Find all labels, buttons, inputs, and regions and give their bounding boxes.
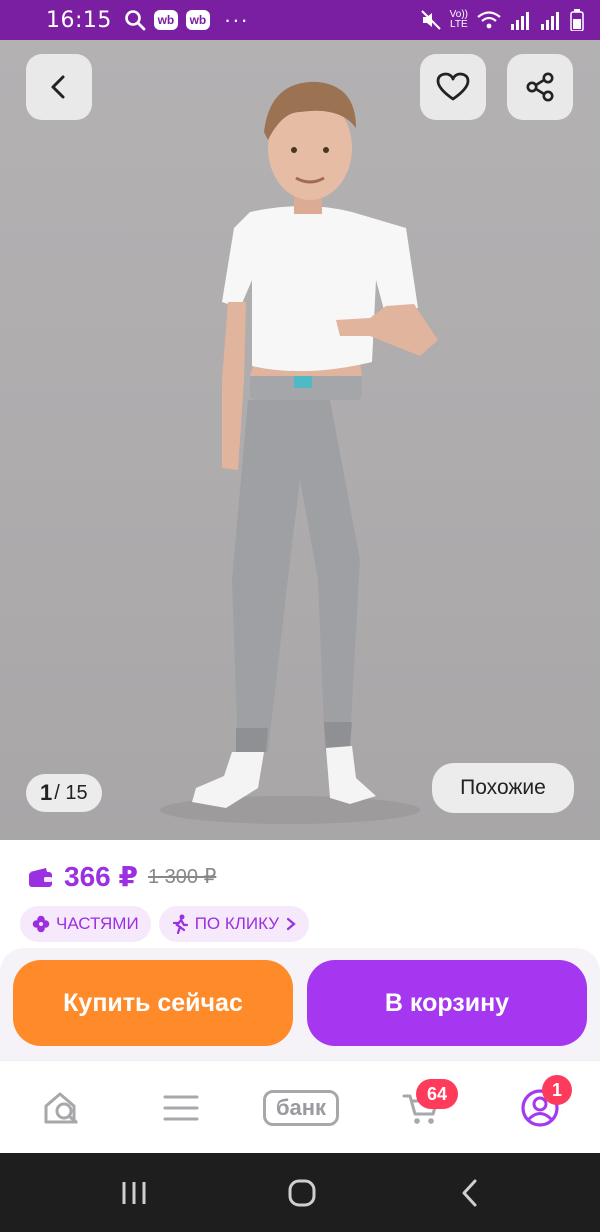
wifi-icon	[477, 11, 501, 29]
volte-icon: Vo)) LTE	[449, 9, 468, 30]
status-time: 16:15	[46, 7, 112, 33]
home-button[interactable]	[272, 1173, 332, 1213]
chevron-left-icon	[462, 1179, 477, 1207]
tab-catalog[interactable]	[158, 1081, 204, 1135]
signal-roaming-icon	[541, 12, 559, 30]
image-counter: 1 / 15	[26, 774, 102, 812]
heart-icon	[436, 72, 470, 101]
tab-bank[interactable]: банк	[256, 1081, 346, 1135]
home-search-icon	[44, 1092, 78, 1124]
add-to-cart-button[interactable]: В корзину	[307, 960, 587, 1046]
tab-home[interactable]	[38, 1081, 86, 1135]
search-icon	[125, 10, 146, 31]
cart-count-badge: 64	[416, 1079, 458, 1109]
share-icon	[526, 72, 554, 102]
runner-icon	[172, 914, 188, 934]
total-images: / 15	[54, 781, 88, 804]
status-right-icons: Vo)) LTE	[420, 9, 584, 31]
chip-one-click[interactable]: ПО КЛИКУ	[158, 906, 310, 942]
mute-icon	[420, 10, 441, 30]
recents-icon	[122, 1182, 146, 1204]
chevron-right-icon	[286, 917, 296, 931]
product-photo	[160, 81, 438, 824]
signal-icon	[511, 12, 529, 30]
current-price: 366 ₽	[64, 861, 138, 892]
recent-apps-button[interactable]	[104, 1173, 164, 1213]
favorite-button[interactable]	[420, 54, 486, 120]
chip-installments-label: ЧАСТЯМИ	[56, 914, 139, 933]
price-section: 366 ₽ 1 300 ₽ ЧАСТЯМИ ПО КЛИКУ	[0, 840, 600, 950]
chip-installments[interactable]: ЧАСТЯМИ	[20, 906, 151, 942]
old-price: 1 300 ₽	[147, 866, 217, 888]
flower-icon	[32, 915, 50, 933]
status-bar: 16:15 wb wb ··· Vo)) LTE	[0, 0, 600, 40]
bank-icon: банк	[262, 1090, 340, 1126]
price-row: 366 ₽ 1 300 ₽	[28, 860, 216, 893]
wallet-icon	[29, 867, 52, 887]
more-notifications-icon: ···	[223, 7, 249, 32]
similar-button[interactable]: Похожие	[432, 763, 574, 813]
product-gallery[interactable]: 1 / 15 Похожие	[0, 40, 600, 840]
status-left-icons: wb wb ···	[124, 7, 249, 33]
buy-now-button[interactable]: Купить сейчас	[13, 960, 293, 1046]
action-bar: Купить сейчас В корзину	[0, 948, 600, 1060]
system-nav-bar	[0, 1153, 600, 1232]
current-image-index: 1	[40, 780, 53, 805]
battery-icon	[570, 9, 584, 31]
profile-badge: 1	[542, 1075, 572, 1105]
payment-chips: ЧАСТЯМИ ПО КЛИКУ	[20, 906, 310, 942]
menu-icon	[163, 1095, 199, 1121]
wb-app-icon-2: wb	[185, 10, 210, 30]
share-button[interactable]	[507, 54, 573, 120]
wb-app-icon: wb	[153, 10, 178, 30]
back-button[interactable]	[26, 54, 92, 120]
home-circle-icon	[288, 1179, 316, 1207]
back-arrow-icon	[51, 75, 65, 99]
bottom-tab-bar: банк 64 1	[0, 1060, 600, 1153]
chip-one-click-label: ПО КЛИКУ	[194, 914, 280, 933]
system-back-button[interactable]	[440, 1173, 500, 1213]
